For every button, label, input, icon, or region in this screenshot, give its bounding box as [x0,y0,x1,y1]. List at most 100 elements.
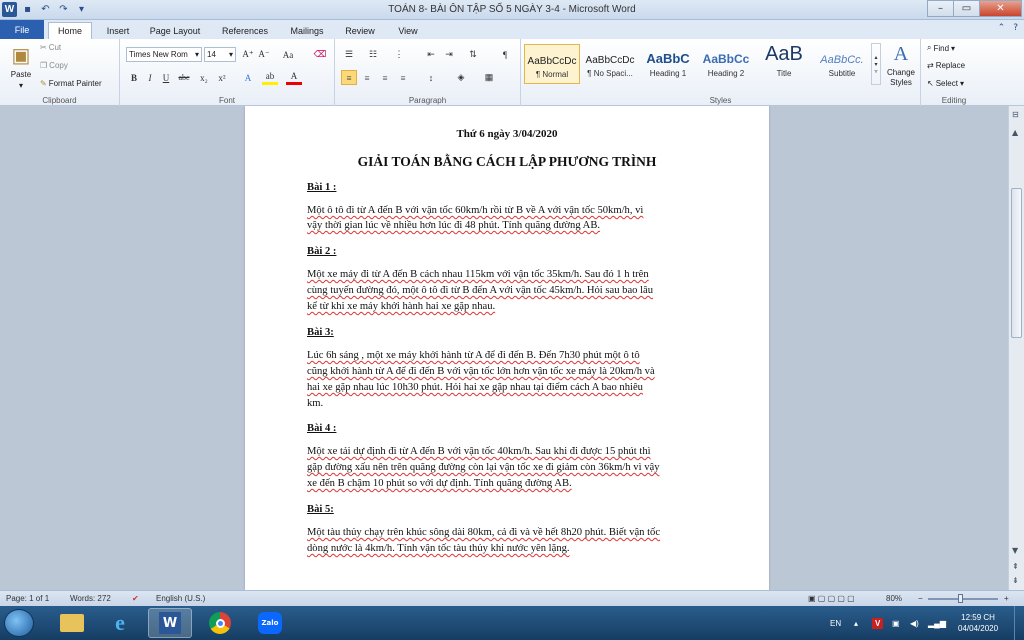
align-center-icon[interactable]: ≡ [359,70,375,85]
style-subtitle[interactable]: AaBbCc. Subtitle [814,44,870,84]
show-desktop-button[interactable] [1014,606,1024,640]
justify-icon[interactable]: ≡ [395,70,411,85]
vertical-scrollbar[interactable]: ⊟ ▲ ▼ ⇞ ⇟ [1008,106,1024,590]
tab-file[interactable]: File [0,20,44,39]
ruler-toggle-icon[interactable]: ⊟ [1012,110,1019,119]
italic-icon[interactable]: I [142,70,158,85]
font-color-icon[interactable]: A [286,70,302,85]
help-icon[interactable]: ? [1013,23,1018,33]
tab-insert[interactable]: Insert [98,22,138,39]
text-effects-icon[interactable]: A [240,70,256,85]
word-taskbar-icon[interactable]: W [148,608,192,638]
language-indicator[interactable]: English (U.S.) [156,594,205,603]
language-bar[interactable]: EN [830,606,841,640]
font-group: Times New Rom ▾ 14 ▾ A⁺ A⁻ Aa ⌫ B I U abc … [120,39,335,106]
replace-button[interactable]: ⇄ Replace [927,61,965,70]
multilevel-list-icon[interactable]: ⋮ [391,47,407,62]
tab-review[interactable]: Review [338,22,382,39]
zoom-level[interactable]: 80% [886,594,902,603]
align-right-icon[interactable]: ≡ [377,70,393,85]
tray-arrow-icon[interactable]: ▴ [854,606,858,640]
word-count[interactable]: Words: 272 [70,594,111,603]
increase-indent-icon[interactable]: ⇥ [441,47,457,62]
borders-icon[interactable]: ▦ [481,70,497,85]
change-case-icon[interactable]: Aa [280,47,296,62]
styles-scroll[interactable]: ▴ ▾ ▿ [871,43,881,85]
scroll-down-icon[interactable]: ▼ [1012,546,1018,555]
style-heading-1[interactable]: AaBbC Heading 1 [640,44,696,84]
clipboard-group-label: Clipboard [42,96,77,105]
highlight-icon[interactable]: ab [262,70,278,85]
tray-app-icon[interactable]: ▣ [892,606,900,640]
antivirus-icon[interactable]: V [872,606,884,640]
show-marks-icon[interactable]: ¶ [497,47,513,62]
zoom-out-icon[interactable]: − [918,594,923,603]
tab-view[interactable]: View [390,22,426,39]
replace-icon: ⇄ [927,61,934,70]
shrink-font-icon[interactable]: A⁻ [256,47,272,62]
style-normal[interactable]: AaBbCcDc ¶ Normal [524,44,580,84]
shading-icon[interactable]: ◈ [453,70,469,85]
document-page[interactable]: Thứ 6 ngày 3/04/2020 GIẢI TOÁN BẰNG CÁCH… [245,106,769,590]
scroll-thumb[interactable] [1011,188,1022,338]
zoom-slider[interactable] [928,598,998,600]
view-buttons-icon[interactable]: ▣ ▢ ▢ ▢ ▢ [808,594,855,603]
minimize-button[interactable]: – [927,0,954,17]
bold-icon[interactable]: B [126,70,142,85]
minimize-ribbon-icon[interactable]: ⌃ [998,23,1006,33]
window-title: TOÁN 8- BÀI ÔN TẬP SỐ 5 NGÀY 3-4 - Micro… [388,4,636,15]
style-heading-2[interactable]: AaBbCc Heading 2 [698,44,754,84]
style-title[interactable]: AaB Title [756,44,812,84]
superscript-icon[interactable]: x² [214,70,230,85]
start-button[interactable] [4,609,34,637]
styles-group-label: Styles [709,96,732,105]
font-name-combo[interactable]: Times New Rom ▾ [126,47,202,62]
find-button[interactable]: ⌕ Find ▾ [927,43,955,53]
align-left-icon[interactable]: ≡ [341,70,357,85]
proofing-icon[interactable]: ✔ [132,594,139,603]
numbering-icon[interactable]: ☷ [365,47,381,62]
strikethrough-icon[interactable]: abc [176,70,192,85]
zoom-in-icon[interactable]: + [1004,594,1009,603]
style-no-spacing[interactable]: AaBbCcDc ¶ No Spaci... [582,44,638,84]
sort-icon[interactable]: ⇅ [465,47,481,62]
tab-mailings[interactable]: Mailings [284,22,330,39]
clear-formatting-icon[interactable]: ⌫ [312,47,328,62]
network-icon[interactable]: ▂▄▆ [928,606,946,640]
subscript-icon[interactable]: x₂ [196,70,212,85]
chrome-icon[interactable] [198,608,242,638]
tab-references[interactable]: References [214,22,276,39]
paragraph-line: Một tàu thủy chạy trên khúc sông dài 80k… [307,527,661,538]
clock[interactable]: 12:59 CH 04/04/2020 [958,606,998,640]
format-painter-button[interactable]: ✎ Format Painter [40,79,102,88]
decrease-indent-icon[interactable]: ⇤ [423,47,439,62]
copy-button[interactable]: ❐ Copy [40,61,68,70]
file-explorer-icon[interactable] [50,608,94,638]
internet-explorer-icon[interactable]: e [98,608,142,638]
previous-page-icon[interactable]: ⇞ [1012,562,1019,571]
document-area: Thứ 6 ngày 3/04/2020 GIẢI TOÁN BẰNG CÁCH… [0,106,1008,590]
close-button[interactable]: ✕ [979,0,1022,17]
chevron-down-icon: ▾ [951,43,956,53]
change-styles-button[interactable]: A Change Styles [883,43,919,88]
cut-button[interactable]: ✂ Cut [40,43,61,52]
tab-page-layout[interactable]: Page Layout [144,22,206,39]
paste-button[interactable]: ▣ Paste ▾ [6,43,36,90]
problem-3-title: Bài 3: [307,327,334,338]
underline-icon[interactable]: U [158,70,174,85]
next-page-icon[interactable]: ⇟ [1012,576,1019,585]
paragraph-line: cùng tuyến đường đó, một ô tô đi từ B đế… [307,285,654,296]
tab-home[interactable]: Home [48,22,92,39]
page-count[interactable]: Page: 1 of 1 [6,594,49,603]
font-size-combo[interactable]: 14 ▾ [204,47,236,62]
grow-font-icon[interactable]: A⁺ [240,47,256,62]
editing-group: ⌕ Find ▾ ⇄ Replace ↖ Select ▾ Editing [921,39,987,106]
bullets-icon[interactable]: ☰ [341,47,357,62]
volume-icon[interactable]: ◀) [910,606,919,640]
zalo-icon[interactable]: Zalo [248,608,292,638]
zoom-slider-handle[interactable] [958,594,963,603]
select-button[interactable]: ↖ Select ▾ [927,79,964,88]
scroll-up-icon[interactable]: ▲ [1012,128,1018,137]
maximize-button[interactable]: ▭ [953,0,980,17]
line-spacing-icon[interactable]: ↕ [423,70,439,85]
